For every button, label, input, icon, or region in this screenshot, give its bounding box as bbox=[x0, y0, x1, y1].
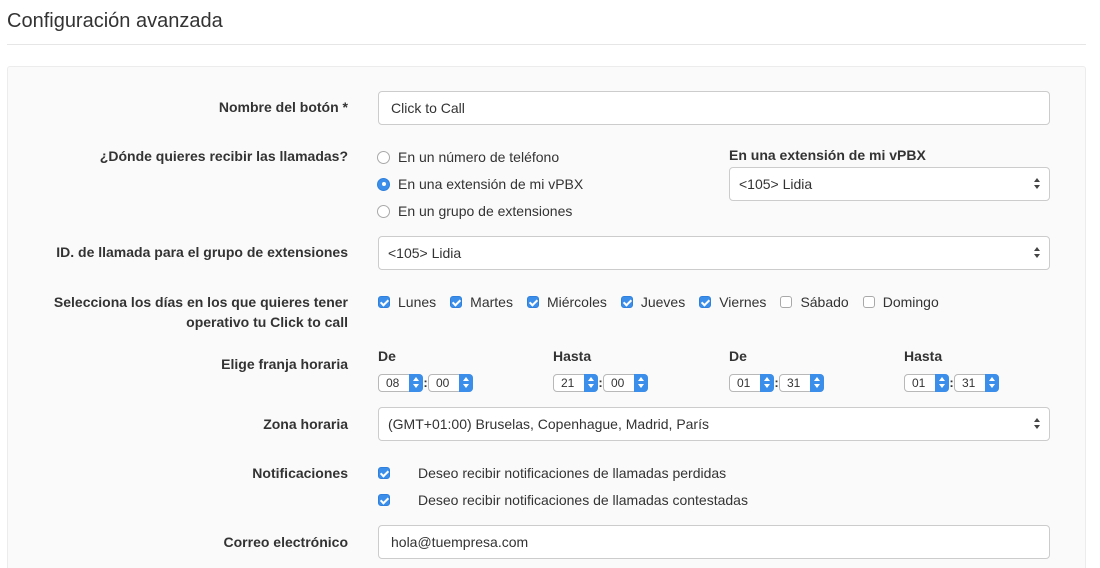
timezone-label: Zona horaria bbox=[263, 416, 348, 432]
notify-missed-calls[interactable]: Deseo recibir notificaciones de llamadas… bbox=[378, 463, 726, 483]
days-checkbox-group: Lunes Martes Miércoles Jueves Viernes Sá… bbox=[378, 292, 953, 312]
notify-answered-calls[interactable]: Deseo recibir notificaciones de llamadas… bbox=[378, 490, 748, 510]
range-from-label-2: De bbox=[729, 348, 747, 364]
day-label: Jueves bbox=[640, 294, 686, 310]
minute-select[interactable]: 31 bbox=[779, 374, 824, 392]
hour-select[interactable]: 08 bbox=[378, 374, 423, 392]
caller-id-label: ID. de llamada para el grupo de extensio… bbox=[56, 244, 348, 260]
extension-select-value: <105> Lidia bbox=[739, 176, 813, 192]
select-arrows-icon bbox=[1034, 247, 1042, 259]
spinner-icon bbox=[760, 374, 774, 392]
email-input[interactable]: hola@tuempresa.com bbox=[378, 525, 1050, 559]
checkbox[interactable] bbox=[526, 296, 539, 308]
time-range-from-2: 01 : 31 bbox=[729, 374, 824, 392]
radio-circle[interactable] bbox=[377, 177, 390, 191]
days-label-line1: Selecciona los días en los que quieres t… bbox=[53, 294, 348, 310]
hour-select[interactable]: 01 bbox=[729, 374, 774, 392]
checkbox[interactable] bbox=[378, 467, 390, 479]
extension-select[interactable]: <105> Lidia bbox=[729, 167, 1050, 201]
radio-phone-number[interactable]: En un número de teléfono bbox=[377, 147, 559, 167]
spinner-icon bbox=[584, 374, 598, 392]
spinner-icon bbox=[459, 374, 473, 392]
day-label: Viernes bbox=[719, 294, 767, 310]
radio-label: En una extensión de mi vPBX bbox=[398, 176, 584, 192]
caller-id-select[interactable]: <105> Lidia bbox=[378, 236, 1050, 270]
checkbox[interactable] bbox=[862, 296, 875, 308]
notifications-label: Notificaciones bbox=[252, 465, 348, 481]
range-to-label: Hasta bbox=[553, 348, 592, 364]
select-arrows-icon bbox=[1034, 418, 1042, 430]
radio-circle[interactable] bbox=[377, 204, 390, 218]
minute-select[interactable]: 00 bbox=[603, 374, 648, 392]
day-friday[interactable]: Viernes bbox=[699, 294, 766, 310]
day-tuesday[interactable]: Martes bbox=[450, 294, 513, 310]
days-label-line2: operativo tu Click to call bbox=[186, 314, 348, 330]
checkbox[interactable] bbox=[620, 296, 633, 308]
days-label: Selecciona los días en los que quieres t… bbox=[54, 292, 348, 332]
hour-select[interactable]: 01 bbox=[904, 374, 949, 392]
checkbox[interactable] bbox=[378, 494, 390, 506]
day-label: Domingo bbox=[882, 294, 939, 310]
caller-id-select-value: <105> Lidia bbox=[388, 245, 462, 261]
required-mark: * bbox=[342, 99, 348, 115]
spinner-icon bbox=[935, 374, 949, 392]
day-sunday[interactable]: Domingo bbox=[862, 294, 939, 310]
checkbox[interactable] bbox=[699, 296, 712, 308]
title-divider bbox=[7, 44, 1086, 45]
spinner-icon bbox=[634, 374, 648, 392]
timezone-select-value: (GMT+01:00) Bruselas, Copenhague, Madrid… bbox=[388, 416, 709, 432]
schedule-label: Elige franja horaria bbox=[221, 356, 348, 372]
radio-label: En un número de teléfono bbox=[398, 149, 560, 165]
page-title: Configuración avanzada bbox=[7, 10, 223, 32]
extension-sublabel: En una extensión de mi vPBX bbox=[729, 147, 926, 163]
email-label: Correo electrónico bbox=[223, 534, 348, 550]
radio-vpbx-extension[interactable]: En una extensión de mi vPBX bbox=[377, 174, 583, 194]
time-range-from-1: 08 : 00 bbox=[378, 374, 473, 392]
checkbox[interactable] bbox=[378, 296, 390, 308]
day-saturday[interactable]: Sábado bbox=[780, 294, 849, 310]
day-monday[interactable]: Lunes bbox=[378, 294, 436, 310]
time-range-to-2: 01 : 31 bbox=[904, 374, 999, 392]
minute-select[interactable]: 31 bbox=[954, 374, 999, 392]
day-label: Martes bbox=[470, 294, 513, 310]
notify-answered-label: Deseo recibir notificaciones de llamadas… bbox=[418, 492, 748, 508]
day-label: Sábado bbox=[800, 294, 849, 310]
range-from-label: De bbox=[378, 348, 396, 364]
radio-circle[interactable] bbox=[377, 150, 390, 164]
spinner-icon bbox=[409, 374, 423, 392]
notify-missed-label: Deseo recibir notificaciones de llamadas… bbox=[418, 465, 727, 481]
radio-label: En un grupo de extensiones bbox=[398, 203, 573, 219]
checkbox[interactable] bbox=[450, 296, 463, 308]
button-name-label: Nombre del botón * bbox=[218, 99, 348, 115]
spinner-icon bbox=[810, 374, 824, 392]
button-name-input[interactable]: Click to Call bbox=[378, 91, 1050, 125]
time-range-to-1: 21 : 00 bbox=[553, 374, 648, 392]
day-label: Miércoles bbox=[546, 294, 607, 310]
hour-select[interactable]: 21 bbox=[553, 374, 598, 392]
spinner-icon bbox=[985, 374, 999, 392]
timezone-select[interactable]: (GMT+01:00) Bruselas, Copenhague, Madrid… bbox=[378, 407, 1050, 441]
range-to-label-2: Hasta bbox=[904, 348, 943, 364]
day-wednesday[interactable]: Miércoles bbox=[526, 294, 607, 310]
day-label: Lunes bbox=[398, 294, 437, 310]
radio-extension-group[interactable]: En un grupo de extensiones bbox=[377, 201, 572, 221]
minute-select[interactable]: 00 bbox=[428, 374, 473, 392]
day-thursday[interactable]: Jueves bbox=[620, 294, 686, 310]
select-arrows-icon bbox=[1034, 178, 1042, 190]
receive-calls-label: ¿Dónde quieres recibir las llamadas? bbox=[99, 148, 348, 164]
checkbox[interactable] bbox=[780, 296, 793, 308]
